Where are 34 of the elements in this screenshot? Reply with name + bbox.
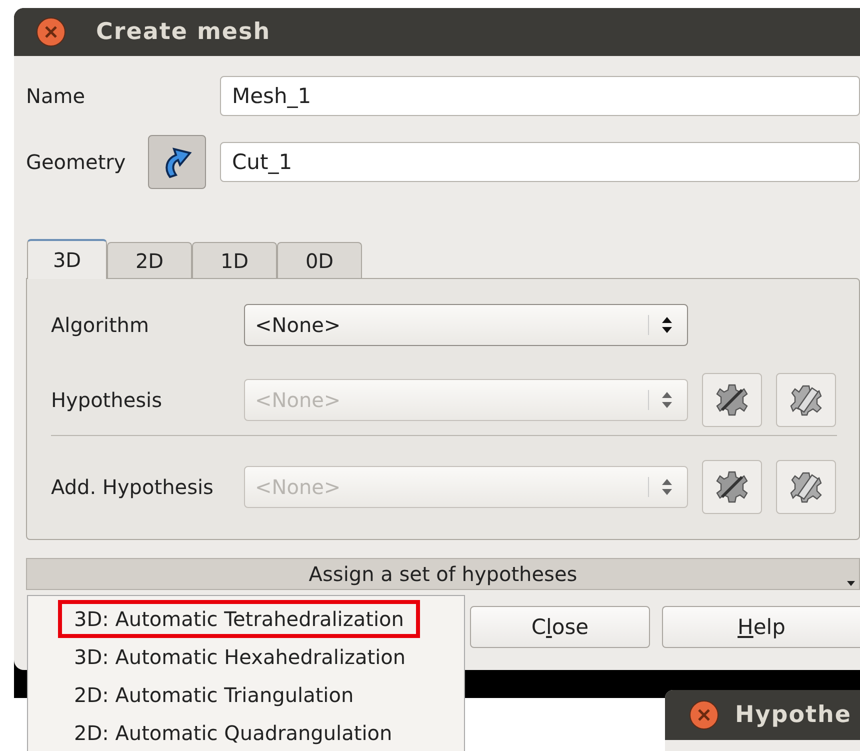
edit-hypothesis-button[interactable] [702, 460, 762, 514]
dialog-button[interactable]: Help [662, 606, 860, 648]
close-icon[interactable] [689, 700, 719, 730]
tab[interactable]: 2D [107, 242, 192, 278]
tab[interactable]: 3D [27, 239, 107, 279]
edit-hypothesis-button[interactable] [702, 373, 762, 427]
menu-item[interactable]: 3D: Automatic Tetrahedralization [58, 600, 420, 638]
dropdown-arrow-icon [847, 581, 855, 587]
close-icon[interactable] [36, 17, 66, 47]
up-down-arrows-icon [648, 390, 673, 410]
gear-icon [714, 469, 750, 505]
menu-item[interactable]: 2D: Automatic Quadrangulation [58, 714, 408, 751]
up-down-arrows-icon [648, 315, 673, 335]
dialog-button[interactable]: Close [470, 606, 650, 648]
tab[interactable]: 0D [277, 242, 362, 278]
menu-item[interactable]: 2D: Automatic Triangulation [58, 676, 370, 714]
dropdown[interactable]: <None> [244, 304, 688, 346]
geometry-field[interactable]: Cut_1 [220, 142, 860, 182]
assign-hypotheses-bar[interactable]: Assign a set of hypotheses [26, 558, 860, 590]
select-geometry-button[interactable] [148, 135, 206, 189]
row-label: Hypothesis [51, 388, 164, 412]
name-field[interactable]: Mesh_1 [220, 76, 860, 116]
remove-hypothesis-button[interactable] [776, 460, 836, 514]
name-label: Name [26, 84, 86, 108]
window-title: Create mesh [96, 19, 271, 45]
menu-item[interactable]: 3D: Automatic Hexahedralization [58, 638, 422, 676]
row-label: Add. Hypothesis [51, 475, 214, 499]
up-down-arrows-icon [648, 477, 673, 497]
gear-icon [714, 382, 750, 418]
window-title: Hypothe [735, 702, 852, 728]
geometry-label: Geometry [26, 150, 127, 174]
tab[interactable]: 1D [192, 242, 277, 278]
row-label: Algorithm [51, 313, 150, 337]
remove-hypothesis-button[interactable] [776, 373, 836, 427]
